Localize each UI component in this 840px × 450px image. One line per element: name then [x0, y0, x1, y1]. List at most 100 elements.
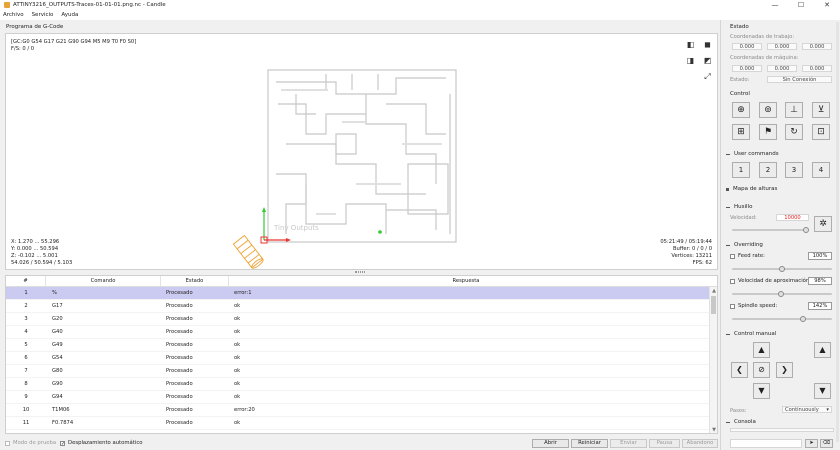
jog-stop-button[interactable]: ⊘ — [753, 362, 770, 378]
table-row[interactable]: 9 G94 Procesado ok — [6, 391, 717, 404]
zoom-in-button[interactable]: ⊕ — [732, 102, 750, 118]
approach-speed-checkbox[interactable]: Velocidad de aproximación: — [730, 278, 811, 284]
row-number: 11 — [22, 420, 30, 426]
unlock-button[interactable]: ⊡ — [812, 124, 830, 140]
menu-servicio[interactable]: Servicio — [32, 12, 54, 18]
menu-archivo[interactable]: Archivo — [3, 12, 24, 18]
jog-y-plus-button[interactable]: ▲ — [753, 342, 770, 358]
jog-z-plus-button[interactable]: ▲ — [814, 342, 831, 358]
spindle-speed-checkbox[interactable]: Spindle speed: — [730, 303, 777, 309]
feed-rate-slider-knob[interactable] — [779, 266, 785, 272]
reset-control-button[interactable]: ↻ — [785, 124, 803, 140]
abort-button[interactable]: Abandono — [682, 439, 718, 448]
jog-y-minus-button[interactable]: ▼ — [753, 383, 770, 399]
jog-z-minus-button[interactable]: ▼ — [814, 383, 831, 399]
probe-button[interactable]: ⊥ — [785, 102, 803, 118]
scroll-down-icon[interactable]: ▼ — [710, 426, 717, 433]
minimize-button[interactable]: — — [762, 0, 788, 10]
work-y-field: 0.000 — [767, 43, 797, 50]
close-button[interactable]: ✕ — [814, 0, 840, 10]
user-command-4-button[interactable]: 4 — [812, 162, 830, 178]
table-row[interactable]: 10 T1M06 Procesado error:20 — [6, 404, 717, 417]
elapsed-time: 05:21:49 / 05:19:44 — [660, 239, 712, 245]
run-button[interactable]: ⚑ — [759, 124, 777, 140]
height-map-section[interactable]: Mapa de alturas — [726, 186, 838, 192]
table-row[interactable]: 2 G17 Procesado ok — [6, 300, 717, 313]
reset-button[interactable]: Reiniciar — [571, 439, 608, 448]
menu-ayuda[interactable]: Ayuda — [61, 12, 78, 18]
spindle-override-slider-knob[interactable] — [800, 316, 806, 322]
scroll-thumb[interactable] — [711, 296, 716, 314]
panel-divider — [720, 20, 721, 450]
manual-control-section[interactable]: Control manual — [726, 331, 838, 337]
console-input[interactable] — [730, 439, 802, 448]
bottom-bar: Modo de prueba ✓ Desplazamiento automáti… — [5, 439, 718, 449]
reset-icon: ↻ — [790, 127, 798, 137]
approach-speed-value[interactable]: 98% — [808, 277, 832, 285]
gcode-viewer[interactable]: [GC:G0 G54 G17 G21 G90 G94 M5 M9 T0 F0 S… — [5, 33, 718, 270]
bounds-x: X: 1.270 ... 55.296 — [11, 239, 60, 245]
spindle-slider-knob[interactable] — [802, 227, 809, 233]
console-send-button[interactable]: ➤ — [805, 439, 818, 448]
step-select-value: Continuously — [785, 407, 819, 413]
spindle-toggle-button[interactable]: ✲ — [814, 216, 832, 232]
approach-slider-knob[interactable] — [778, 291, 784, 297]
jog-x-minus-button[interactable]: ❮ — [731, 362, 748, 378]
table-row[interactable]: 7 G80 Procesado ok — [6, 365, 717, 378]
test-mode-box — [5, 440, 10, 446]
col-header-response[interactable]: Respuesta — [229, 276, 703, 286]
console-output[interactable] — [730, 428, 834, 432]
spindle-speed-label: Velocidad: — [730, 215, 757, 221]
control-title: Control — [730, 91, 750, 97]
row-response: ok — [234, 316, 241, 322]
zoom-search-button[interactable]: ⊚ — [759, 102, 777, 118]
row-command: G80 — [52, 368, 63, 374]
arrow-up-icon: ▲ — [758, 345, 765, 354]
step-select[interactable]: Continuously ▾ — [782, 406, 832, 413]
user-command-1-button[interactable]: 1 — [732, 162, 750, 178]
arrow-up-icon: ▲ — [819, 345, 826, 354]
feed-rate-checkbox[interactable]: Feed rate: — [730, 253, 765, 259]
open-button[interactable]: Abrir — [532, 439, 569, 448]
pause-button[interactable]: Pausa — [649, 439, 680, 448]
table-scrollbar[interactable]: ▲ ▼ — [709, 287, 717, 433]
col-header-state[interactable]: Estado — [161, 276, 229, 286]
test-mode-checkbox[interactable]: Modo de prueba — [5, 440, 56, 446]
approach-speed-label: Velocidad de aproximación: — [738, 278, 812, 284]
console-section[interactable]: Consola — [726, 419, 838, 425]
table-row[interactable]: 4 G40 Procesado ok — [6, 326, 717, 339]
spindle-slider-track[interactable] — [732, 229, 808, 231]
feed-rate-value[interactable]: 100% — [808, 252, 832, 260]
spindle-speed-override-value[interactable]: 142% — [808, 302, 832, 310]
spindle-speed-value[interactable]: 10000 — [776, 214, 809, 221]
table-row[interactable]: 6 G54 Procesado ok — [6, 352, 717, 365]
table-row[interactable]: 8 G90 Procesado ok — [6, 378, 717, 391]
console-clear-button[interactable]: ⌫ — [820, 439, 833, 448]
menu-bar: Archivo Servicio Ayuda — [0, 10, 840, 20]
overriding-section[interactable]: Overriding — [726, 242, 838, 248]
spindle-override-slider-track[interactable] — [732, 318, 832, 320]
viewer-splitter-handle[interactable] — [355, 271, 365, 273]
table-row[interactable]: 1% Procesado error:1 — [6, 287, 717, 300]
col-header-number[interactable]: # — [6, 276, 46, 286]
row-number: 10 — [22, 407, 30, 413]
vertices-count: Vertices: 13211 — [671, 253, 712, 259]
probe-alt-button[interactable]: ⊻ — [812, 102, 830, 118]
table-row[interactable]: 11 F0.7874 Procesado ok — [6, 417, 717, 430]
scroll-up-icon[interactable]: ▲ — [710, 287, 717, 295]
autoscroll-checkbox[interactable]: ✓ Desplazamiento automático — [60, 440, 142, 446]
gcode-table: # Comando Estado Respuesta 1% Procesado er… — [5, 275, 718, 434]
spindle-section[interactable]: Husillo — [726, 204, 838, 210]
col-header-command[interactable]: Comando — [46, 276, 161, 286]
origin-button[interactable]: ⊞ — [732, 124, 750, 140]
send-button[interactable]: Enviar — [610, 439, 647, 448]
right-panel-scrollbar[interactable] — [836, 22, 839, 442]
user-command-2-button[interactable]: 2 — [759, 162, 777, 178]
user-command-3-button[interactable]: 3 — [785, 162, 803, 178]
user-commands-section[interactable]: User commands — [726, 151, 838, 157]
maximize-button[interactable]: ☐ — [788, 0, 814, 10]
jog-x-plus-button[interactable]: ❯ — [776, 362, 793, 378]
overriding-title: Overriding — [734, 242, 763, 248]
table-row[interactable]: 3 G20 Procesado ok — [6, 313, 717, 326]
table-row[interactable]: 5 G49 Procesado ok — [6, 339, 717, 352]
